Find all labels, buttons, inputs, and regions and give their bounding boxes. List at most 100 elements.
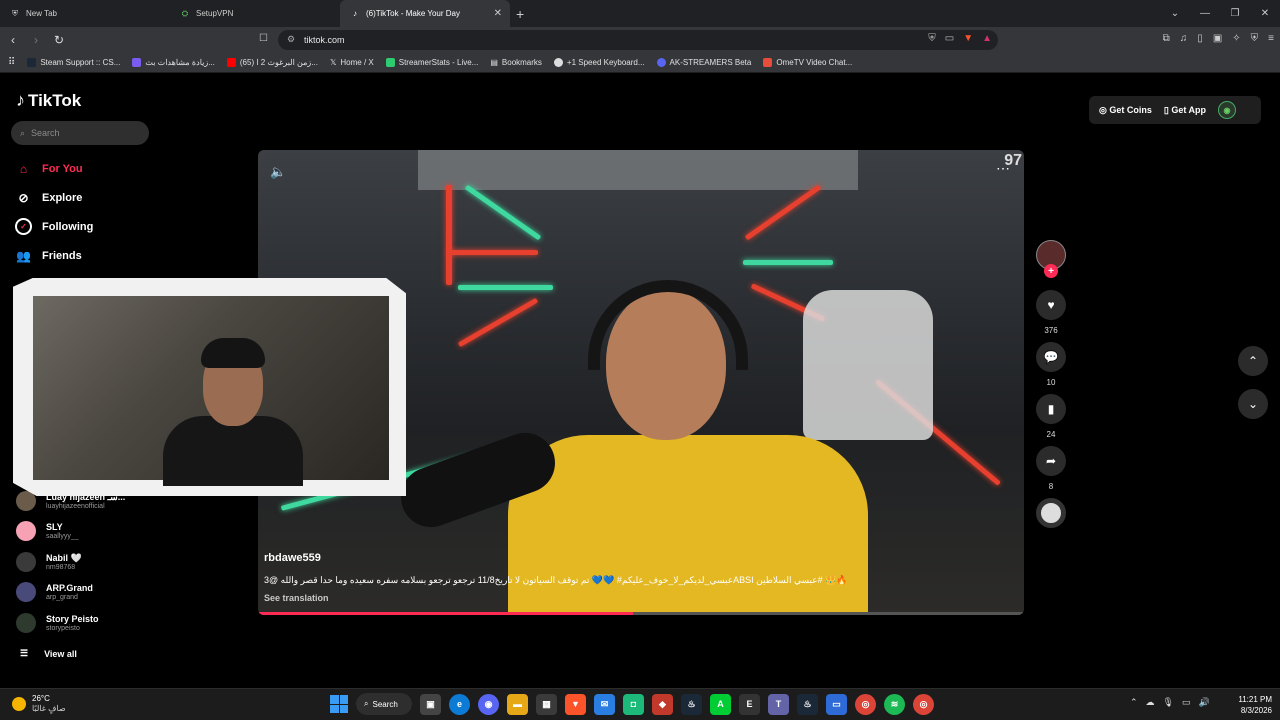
brave-shield-icon[interactable]: ▼ [963,33,973,44]
bookmark-item[interactable]: OmeTV Video Chat... [763,58,852,67]
weather-widget[interactable]: 26°C صافٍ غالبًا [12,694,66,714]
bookmark-item[interactable]: ▤ Bookmarks [490,58,542,67]
teams-icon[interactable]: T [768,693,789,715]
wallet-icon[interactable]: ▣ [1213,33,1222,44]
bookmark-item[interactable]: (65) زمن البرغوث 2 ا... [226,58,318,67]
see-translation-link[interactable]: See translation [264,593,329,603]
extensions-icon[interactable]: ⧉ [1163,33,1170,44]
steam-icon[interactable]: ♨ [681,693,702,715]
account-item[interactable]: Nabil 🤍 nm98768 [16,552,156,572]
get-app-button[interactable]: ▯ Get App [1164,105,1206,116]
address-bar[interactable]: ⚙ tiktok.com ⛨ ▭ ▼ ▲ [278,30,998,50]
taskbar-search[interactable]: ⌕ Search [356,693,412,715]
speaker-icon[interactable]: 🔊 [1199,697,1210,708]
account-item[interactable]: ARP.Grand arp_grand [16,582,156,602]
nav-friends[interactable]: 👥 Friends [15,247,145,264]
nav-explore[interactable]: ⊘ Explore [15,189,145,206]
bookmark-icon [132,58,142,67]
brave-icon[interactable]: ▼ [565,693,586,715]
discord-icon[interactable]: ◉ [478,693,499,715]
get-app-label: Get App [1171,104,1206,115]
share-action[interactable]: ➦ 8 [1035,446,1067,491]
search-input[interactable]: ⌕ Search [11,121,149,145]
close-window-icon[interactable]: ✕ [1250,8,1280,19]
vpn-shield-icon[interactable]: ⛨ [1251,33,1259,44]
rewards-icon[interactable]: ▲ [982,33,992,44]
mail-icon[interactable]: ✉ [594,693,615,715]
follow-plus-icon[interactable]: + [1044,264,1058,278]
app-red-icon[interactable]: ◆ [652,693,673,715]
view-all-button[interactable]: ☰ View all [20,648,77,659]
tiktok-logo[interactable]: ♪ TikTok [16,90,81,111]
tab-tiktok[interactable]: ♪ (6)TikTok - Make Your Day ✕ [340,0,510,27]
close-tab-icon[interactable]: ✕ [494,8,502,19]
get-coins-button[interactable]: ◎ Get Coins [1099,105,1152,116]
chrome-icon[interactable]: ◎ [855,693,876,715]
app-green-icon[interactable]: ◘ [623,693,644,715]
epic-icon[interactable]: E [739,693,760,715]
next-video-button[interactable]: ⌄ [1238,389,1268,419]
edge-icon[interactable]: e [449,693,470,715]
steam-alt-icon[interactable]: ♨ [797,693,818,715]
bookmark-icon[interactable]: ▮ [1036,394,1066,424]
account-item[interactable]: Story Peisto storypeisto [16,613,156,633]
sidebar-icon[interactable]: ▯ [1197,33,1203,44]
apps-icon[interactable]: ⠿ [8,57,15,68]
volume-icon[interactable]: 🔈 [270,164,286,180]
chrome-profile-icon[interactable]: ◎ [913,693,934,715]
reload-icon[interactable]: ↻ [49,33,69,47]
bookmark-item[interactable]: AK-STREAMERS Beta [656,58,751,67]
nvidia-icon[interactable]: A [710,693,731,715]
file-explorer-icon[interactable]: ▬ [507,693,528,715]
music-icon[interactable]: ♫ [1180,33,1188,44]
bookmark-item[interactable]: StreamerStats - Live... [385,58,478,67]
start-icon[interactable] [330,695,348,713]
new-tab-button[interactable]: + [516,6,524,22]
bookmark-item[interactable]: Steam Support :: CS... [27,58,120,67]
store-icon[interactable]: ▦ [536,693,557,715]
bookmark-item[interactable]: 𝕏 Home / X [330,58,374,67]
nav-for-you[interactable]: ⌂ For You [15,160,145,177]
music-disc-icon[interactable] [1036,498,1066,528]
like-action[interactable]: ♥ 376 [1035,290,1067,335]
comment-action[interactable]: 💬 10 [1035,342,1067,387]
tab-search-icon[interactable]: ⌄ [1160,8,1190,19]
account-item[interactable]: SLY saallyyy__ [16,521,156,541]
tab-title: New Tab [26,9,57,18]
video-progress-bar[interactable] [258,612,1024,615]
cloud-icon[interactable]: ☁ [1146,697,1155,708]
previous-video-button[interactable]: ⌃ [1238,346,1268,376]
bookmark-item[interactable]: +1 Speed Keyboard... [553,58,645,67]
restore-icon[interactable]: ❐ [1220,8,1250,19]
back-icon[interactable]: ‹ [3,33,23,47]
bookmark-page-icon[interactable]: ☐ [259,33,268,44]
account-name: Nabil 🤍 [46,552,82,563]
mic-icon[interactable]: 🎙 [1163,697,1174,708]
bookmark-item[interactable]: زيادة مشاهدات بث... [132,58,215,67]
forward-icon[interactable]: › [26,33,46,47]
windows-taskbar: 26°C صافٍ غالبًا ⌕ Search ▣ e ◉ ▬ ▦ ▼ ✉ ◘ … [0,688,1280,720]
save-action[interactable]: ▮ 24 [1035,394,1067,439]
task-view-icon[interactable]: ▣ [420,693,441,715]
app-blue-icon[interactable]: ▭ [826,693,847,715]
account-name: SLY [46,521,63,532]
share-icon[interactable]: ➦ [1036,446,1066,476]
nav-following[interactable]: ✓ Following [15,218,145,235]
cast-icon[interactable]: ▭ [945,33,954,44]
shield-icon[interactable]: ⛨ [928,33,936,44]
spotify-icon[interactable]: ≋ [884,693,905,715]
site-info-icon[interactable]: ⚙ [287,34,295,45]
chevron-up-icon[interactable]: ⌃ [1130,697,1138,708]
tab-setupvpn[interactable]: ⛭ SetupVPN [170,0,340,27]
leo-icon[interactable]: ✧ [1232,33,1240,44]
minimize-icon[interactable]: — [1190,8,1220,19]
bookmark-icon [763,58,773,67]
comment-icon[interactable]: 💬 [1036,342,1066,372]
heart-icon[interactable]: ♥ [1036,290,1066,320]
video-username[interactable]: rbdawe559 [264,552,321,564]
profile-avatar[interactable]: ◉ [1218,101,1236,119]
network-icon[interactable]: ▭ [1182,697,1191,708]
menu-icon[interactable]: ≡ [1268,33,1274,44]
taskbar-clock[interactable]: 11:21 PM 8/3/2026 [1226,694,1272,716]
tab-new-tab[interactable]: ⛨ New Tab [0,0,170,27]
